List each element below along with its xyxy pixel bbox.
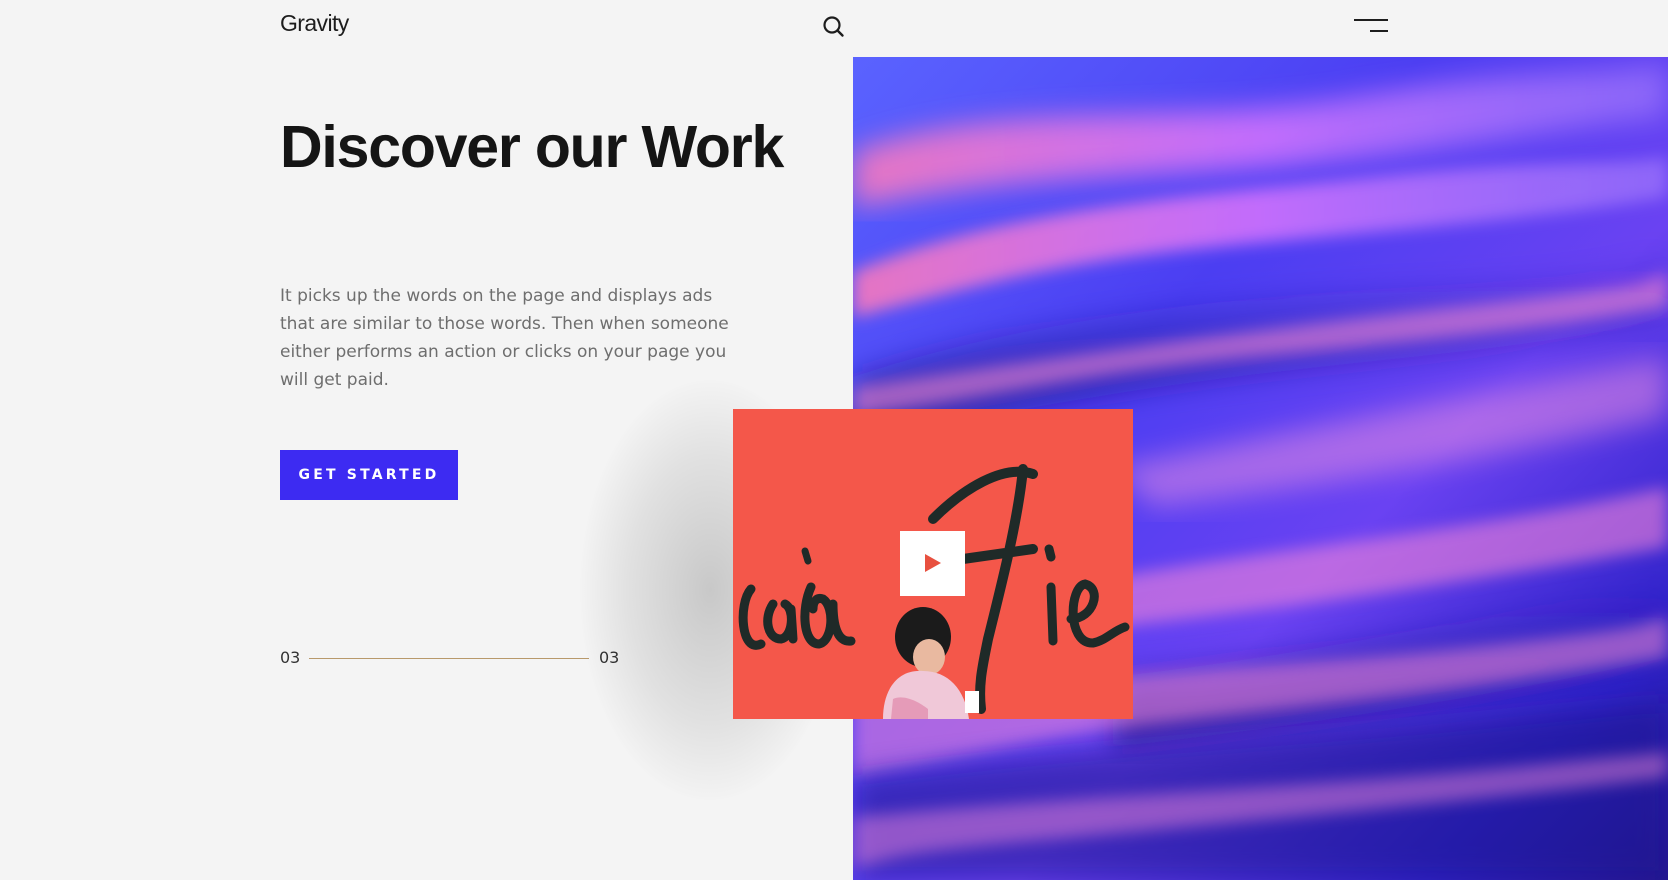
search-icon	[823, 16, 844, 37]
get-started-button[interactable]: GET STARTED	[280, 450, 458, 500]
play-button[interactable]	[900, 531, 965, 596]
search-button[interactable]	[821, 14, 847, 40]
hamburger-menu-icon	[1354, 19, 1388, 21]
menu-button[interactable]	[1354, 17, 1392, 37]
page-title: Discover our Work	[280, 114, 784, 180]
slide-progress-line	[309, 658, 589, 659]
play-icon	[925, 554, 941, 572]
video-thumbnail[interactable]	[733, 409, 1133, 719]
page: Gravity Discover our Work It picks up th…	[0, 0, 1668, 880]
hero-description: It picks up the words on the page and di…	[280, 286, 729, 390]
logo[interactable]: Gravity	[280, 10, 349, 37]
hamburger-menu-icon-line	[1370, 30, 1388, 32]
slide-current-number: 03	[280, 648, 301, 667]
